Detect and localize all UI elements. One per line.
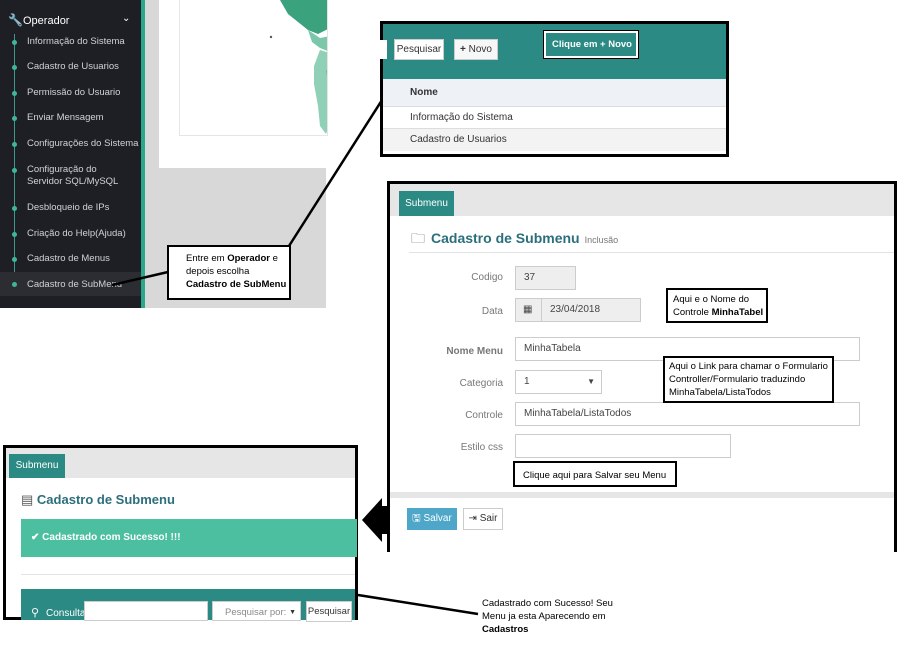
search-button[interactable]: Pesquisar: [394, 39, 444, 60]
search-button[interactable]: Pesquisar: [306, 601, 352, 622]
categoria-select[interactable]: 1 ▼: [515, 370, 602, 394]
page-subtitle: Inclusão: [584, 235, 619, 245]
bullet-icon: [12, 257, 17, 262]
tab-submenu[interactable]: Submenu: [399, 191, 454, 216]
exit-button[interactable]: ⇥ Sair: [463, 508, 503, 530]
controle-input[interactable]: MinhaTabela/ListaTodos: [515, 402, 860, 426]
bullet-icon: [12, 206, 17, 211]
sidebar-item-config-servidor[interactable]: Configuração do Servidor SQL/MySQL: [0, 163, 141, 189]
row-label: Cadastro de Usuarios: [410, 134, 507, 145]
map-card: [159, 0, 340, 168]
data-label: Data: [481, 306, 503, 317]
map-south-america: [314, 50, 340, 134]
bullet-icon: [12, 142, 17, 147]
document-icon: ▤: [21, 492, 34, 507]
plus-icon: +: [460, 44, 466, 55]
callout-controller-link: Aqui o Link para chamar o Formulario Con…: [663, 356, 834, 403]
sidebar-item-desbloqueio[interactable]: Desbloqueio de IPs: [0, 201, 141, 215]
callout-nome-controle: Aqui e o Nome do Controle MinhaTabel: [666, 288, 768, 323]
controle-label: Controle: [465, 410, 503, 421]
table-row[interactable]: Cadastro de Usuarios: [383, 128, 726, 151]
callout-salvar: Clique aqui para Salvar seu Menu: [513, 461, 677, 487]
success-alert: ✔ Cadastrado com Sucesso! !!!: [21, 519, 357, 557]
sidebar: 🔧 Operador ⌄ Informação do Sistema Cadas…: [0, 0, 145, 308]
table-header: Nome: [383, 79, 726, 106]
new-button[interactable]: + Novo: [454, 39, 498, 60]
calendar-icon[interactable]: ▦: [515, 298, 542, 322]
consulta-bar: ⚲ Consulta Pesquisar por: ▼ Pesquisar: [21, 589, 355, 622]
world-map: [269, 0, 340, 134]
result-tabbar: Submenu: [6, 448, 355, 478]
chevron-down-icon[interactable]: ⌄: [122, 13, 130, 24]
page-title: 🗀 Cadastro de Submenu Inclusão: [411, 230, 619, 246]
result-title: ▤ Cadastro de Submenu: [21, 492, 175, 507]
divider: [409, 252, 894, 253]
map-panel: [179, 0, 340, 136]
new-button-label: Novo: [468, 44, 492, 55]
search-by-select[interactable]: Pesquisar por: ▼: [212, 601, 301, 621]
folder-icon: 🗀: [411, 230, 425, 246]
sidebar-item-permissao[interactable]: Permissão do Usuario: [0, 86, 141, 100]
map-north-america: [280, 0, 340, 34]
result-panel: Submenu ▤ Cadastro de Submenu ✔ Cadastra…: [3, 445, 358, 622]
sidebar-group-label: Operador: [23, 15, 70, 27]
caret-down-icon: ▼: [587, 377, 595, 386]
sidebar-item-cadastro-submenu[interactable]: Cadastro de SubMenu: [0, 272, 141, 296]
bullet-icon: [12, 91, 17, 96]
consulta-label: Consulta: [46, 608, 86, 619]
estilo-input[interactable]: [515, 434, 731, 458]
bullet-icon: [12, 65, 17, 70]
search-icon: ⚲: [31, 607, 40, 619]
data-field[interactable]: 23/04/2018: [541, 298, 641, 322]
form-tabbar: Submenu: [390, 184, 894, 216]
codigo-label: Codigo: [471, 272, 503, 283]
save-button[interactable]: 🖫 Salvar: [407, 508, 457, 530]
connector-result: [357, 593, 479, 616]
callout-operador: Entre em Operador e depois escolha Cadas…: [167, 245, 291, 300]
callout-novo: Clique em + Novo: [543, 30, 639, 59]
toolbar-edge: [379, 40, 387, 59]
sidebar-item-configuracoes[interactable]: Configurações do Sistema: [0, 137, 141, 151]
tab-submenu[interactable]: Submenu: [9, 454, 65, 478]
final-note: Cadastrado com Sucesso! Seu Menu ja esta…: [482, 598, 613, 635]
codigo-field[interactable]: 37: [515, 266, 576, 290]
nome-menu-label: Nome Menu: [446, 346, 503, 357]
sidebar-group-operador[interactable]: 🔧 Operador ⌄: [0, 6, 141, 34]
bullet-icon: [12, 40, 17, 45]
sidebar-item-criacao-help[interactable]: Criação do Help(Ajuda): [0, 227, 141, 241]
bullet-icon: [12, 282, 17, 287]
bullet-icon: [12, 168, 17, 173]
bullet-icon: [12, 232, 17, 237]
sidebar-item-enviar-mensagem[interactable]: Enviar Mensagem: [0, 111, 141, 125]
exit-icon: ⇥: [468, 513, 477, 524]
form-footer: 🖫 Salvar ⇥ Sair: [390, 492, 894, 555]
map-dot: [269, 35, 273, 39]
divider: [21, 574, 355, 575]
sidebar-item-cadastro-usuarios[interactable]: Cadastro de Usuarios: [0, 60, 141, 74]
bullet-icon: [12, 116, 17, 121]
consulta-input[interactable]: [84, 601, 208, 621]
sidebar-item-cadastro-menus[interactable]: Cadastro de Menus: [0, 252, 141, 266]
row-label: Informação do Sistema: [410, 112, 513, 123]
floppy-icon: 🖫: [412, 513, 421, 524]
caret-down-icon: ▼: [289, 609, 296, 616]
estilo-label: Estilo css: [460, 442, 503, 453]
column-header-nome[interactable]: Nome: [410, 87, 438, 98]
sidebar-item-informacao[interactable]: Informação do Sistema: [0, 35, 141, 49]
check-circle-icon: ✔: [31, 532, 40, 543]
wrench-icon: 🔧: [8, 13, 23, 27]
table-row[interactable]: Informação do Sistema: [383, 106, 726, 129]
categoria-label: Categoria: [459, 378, 503, 389]
